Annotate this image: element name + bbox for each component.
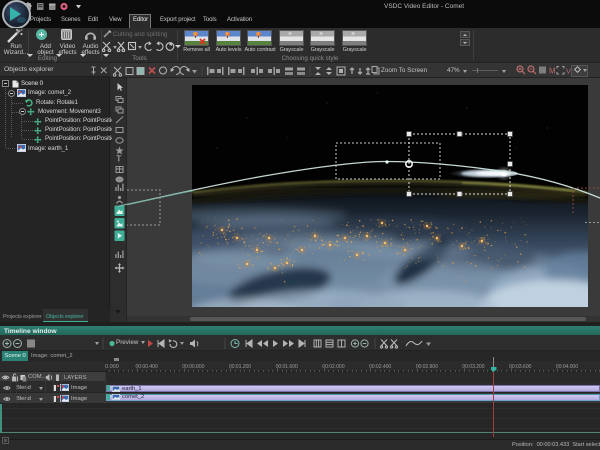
svg-text:T: T — [116, 154, 121, 164]
svg-text:M: M — [549, 67, 556, 76]
